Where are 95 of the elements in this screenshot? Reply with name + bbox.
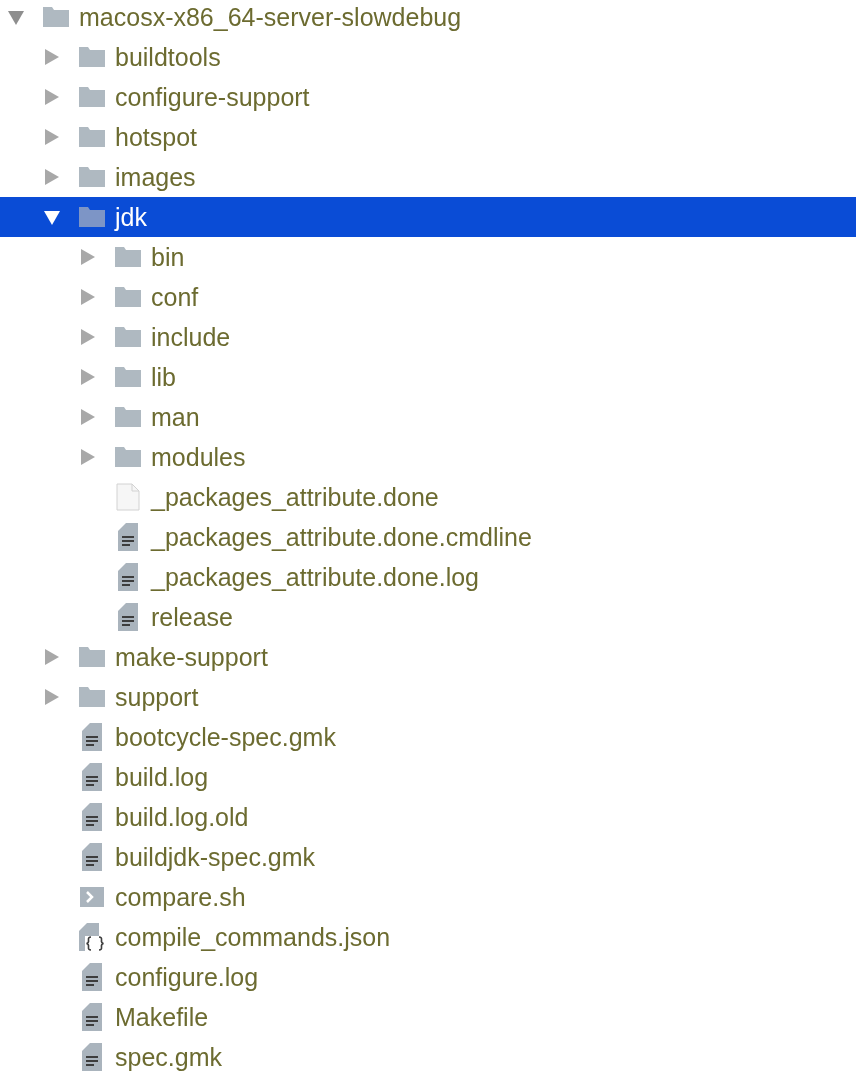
- folder-name: bin: [151, 242, 185, 272]
- expand-arrow-right-icon[interactable]: [44, 129, 60, 145]
- folder-icon: [79, 47, 105, 67]
- file-name: _packages_attribute.done.log: [151, 562, 480, 592]
- expand-arrow-right-icon[interactable]: [44, 89, 60, 105]
- json-file-icon: [79, 923, 105, 951]
- text-file-icon: [82, 803, 102, 831]
- folder-icon: [43, 7, 69, 27]
- tree-row[interactable]: man: [0, 397, 856, 437]
- text-file-icon: [82, 1043, 102, 1071]
- folder-name: modules: [151, 442, 246, 472]
- text-file-icon: [118, 523, 138, 551]
- tree-row[interactable]: Makefile: [0, 997, 856, 1037]
- text-file-icon: [82, 963, 102, 991]
- blank-file-icon: [116, 483, 140, 511]
- tree-row[interactable]: _packages_attribute.done: [0, 477, 856, 517]
- expand-arrow-down-icon[interactable]: [44, 209, 60, 225]
- text-file-icon: [118, 563, 138, 591]
- tree-row[interactable]: compile_commands.json: [0, 917, 856, 957]
- folder-icon: [115, 447, 141, 467]
- folder-name: configure-support: [115, 82, 310, 112]
- expand-arrow-right-icon[interactable]: [80, 289, 96, 305]
- folder-icon: [115, 407, 141, 427]
- tree-row[interactable]: spec.gmk: [0, 1037, 856, 1076]
- file-name: Makefile: [115, 1002, 209, 1032]
- tree-row[interactable]: macosx-x86_64-server-slowdebug: [0, 0, 856, 37]
- text-file-icon: [82, 763, 102, 791]
- expand-arrow-right-icon[interactable]: [80, 249, 96, 265]
- folder-name: hotspot: [115, 122, 197, 152]
- tree-row[interactable]: jdk: [0, 197, 856, 237]
- tree-row[interactable]: bootcycle-spec.gmk: [0, 717, 856, 757]
- tree-row[interactable]: compare.sh: [0, 877, 856, 917]
- folder-name: include: [151, 322, 231, 352]
- expand-arrow-right-icon[interactable]: [44, 649, 60, 665]
- file-name: build.log: [115, 762, 209, 792]
- folder-icon: [79, 647, 105, 667]
- file-name: compare.sh: [115, 882, 246, 912]
- tree-row[interactable]: _packages_attribute.done.cmdline: [0, 517, 856, 557]
- tree-row[interactable]: modules: [0, 437, 856, 477]
- file-name: spec.gmk: [115, 1042, 222, 1072]
- text-file-icon: [82, 843, 102, 871]
- expand-arrow-right-icon[interactable]: [44, 49, 60, 65]
- folder-icon: [115, 287, 141, 307]
- tree-row[interactable]: conf: [0, 277, 856, 317]
- file-name: compile_commands.json: [115, 922, 391, 952]
- folder-name: lib: [151, 362, 176, 392]
- tree-row[interactable]: include: [0, 317, 856, 357]
- folder-name: macosx-x86_64-server-slowdebug: [79, 2, 462, 32]
- tree-row[interactable]: configure-support: [0, 77, 856, 117]
- expand-arrow-right-icon[interactable]: [80, 329, 96, 345]
- folder-icon: [115, 367, 141, 387]
- tree-row[interactable]: lib: [0, 357, 856, 397]
- tree-row[interactable]: buildtools: [0, 37, 856, 77]
- tree-row[interactable]: support: [0, 677, 856, 717]
- tree-row[interactable]: make-support: [0, 637, 856, 677]
- folder-name: jdk: [115, 202, 147, 232]
- folder-name: make-support: [115, 642, 268, 672]
- folder-icon: [79, 207, 105, 227]
- file-name: _packages_attribute.done.cmdline: [151, 522, 532, 552]
- file-name: configure.log: [115, 962, 259, 992]
- file-name: buildjdk-spec.gmk: [115, 842, 316, 872]
- expand-arrow-down-icon[interactable]: [8, 9, 24, 25]
- folder-icon: [79, 167, 105, 187]
- expand-arrow-right-icon[interactable]: [44, 689, 60, 705]
- file-name: _packages_attribute.done: [151, 482, 439, 512]
- tree-row[interactable]: bin: [0, 237, 856, 277]
- folder-icon: [115, 247, 141, 267]
- text-file-icon: [82, 1003, 102, 1031]
- file-name: release: [151, 602, 233, 632]
- file-name: build.log.old: [115, 802, 249, 832]
- folder-name: buildtools: [115, 42, 221, 72]
- folder-name: support: [115, 682, 199, 712]
- text-file-icon: [118, 603, 138, 631]
- folder-name: images: [115, 162, 196, 192]
- expand-arrow-right-icon[interactable]: [80, 409, 96, 425]
- tree-row[interactable]: hotspot: [0, 117, 856, 157]
- expand-arrow-right-icon[interactable]: [80, 369, 96, 385]
- file-name: bootcycle-spec.gmk: [115, 722, 336, 752]
- tree-row[interactable]: build.log: [0, 757, 856, 797]
- expand-arrow-right-icon[interactable]: [80, 449, 96, 465]
- folder-name: conf: [151, 282, 199, 312]
- tree-row[interactable]: release: [0, 597, 856, 637]
- folder-icon: [115, 327, 141, 347]
- terminal-icon: [80, 887, 104, 907]
- expand-arrow-right-icon[interactable]: [44, 169, 60, 185]
- tree-row[interactable]: _packages_attribute.done.log: [0, 557, 856, 597]
- folder-icon: [79, 87, 105, 107]
- tree-row[interactable]: buildjdk-spec.gmk: [0, 837, 856, 877]
- tree-row[interactable]: configure.log: [0, 957, 856, 997]
- folder-name: man: [151, 402, 200, 432]
- folder-icon: [79, 687, 105, 707]
- tree-row[interactable]: images: [0, 157, 856, 197]
- text-file-icon: [82, 723, 102, 751]
- tree-row[interactable]: build.log.old: [0, 797, 856, 837]
- folder-icon: [79, 127, 105, 147]
